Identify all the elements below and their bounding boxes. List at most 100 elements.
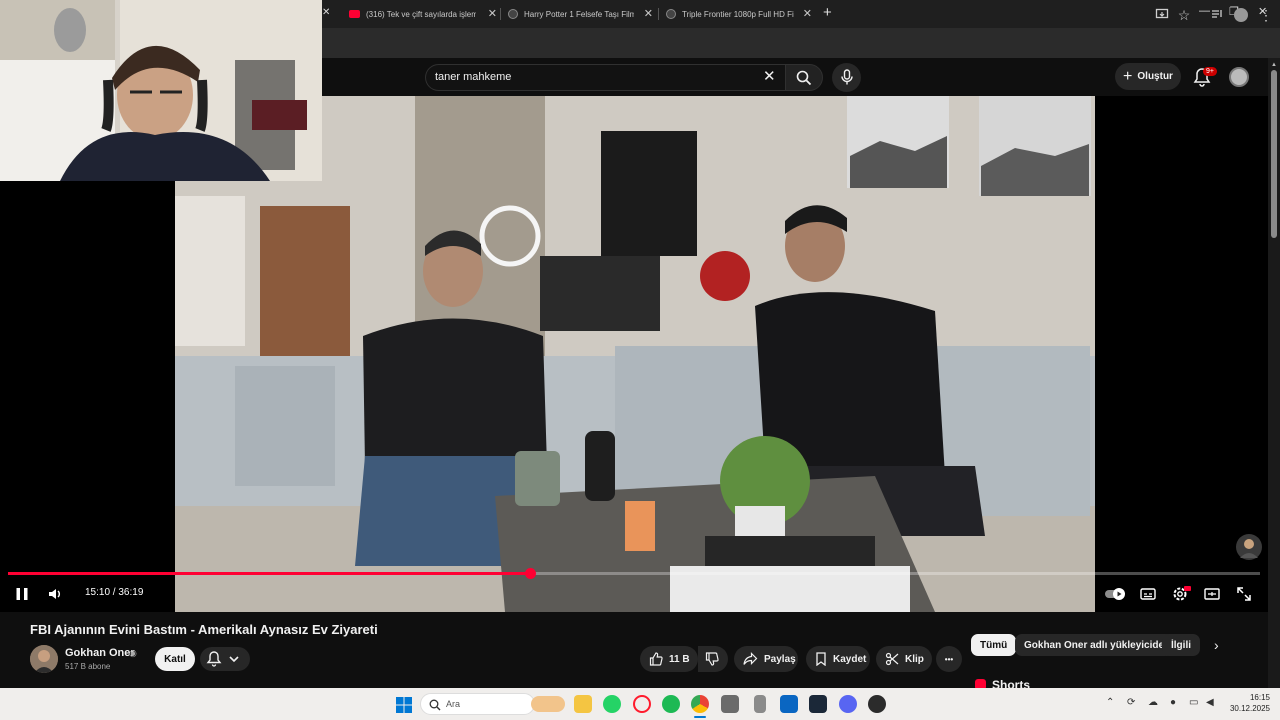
- scroll-up-arrow-icon[interactable]: ▲: [1271, 62, 1277, 68]
- pause-button[interactable]: [13, 585, 31, 603]
- webcam-image: [0, 0, 322, 181]
- file-explorer-icon[interactable]: [574, 695, 592, 713]
- miniplayer-button[interactable]: [1203, 585, 1221, 603]
- tab-close-icon[interactable]: ✕: [322, 7, 330, 18]
- sync-icon[interactable]: ⟳: [1127, 697, 1135, 708]
- subtitles-button[interactable]: [1139, 585, 1157, 603]
- like-button[interactable]: 11 B: [640, 646, 698, 672]
- chip-all[interactable]: Tümü: [971, 634, 1017, 656]
- steam-icon[interactable]: [809, 695, 827, 713]
- volume-button[interactable]: [46, 585, 64, 603]
- camera-app-icon[interactable]: [721, 695, 739, 713]
- whatsapp-icon[interactable]: [603, 695, 621, 713]
- bookmark-star-icon[interactable]: ☆: [1176, 7, 1192, 23]
- youtube-icon: [349, 10, 360, 18]
- taskbar-search[interactable]: Ara: [420, 693, 565, 715]
- usb-device-icon[interactable]: [754, 695, 766, 713]
- tab-divider: [500, 8, 501, 20]
- speaker-icon[interactable]: ◀: [1206, 697, 1214, 708]
- join-button[interactable]: Katıl: [155, 647, 195, 671]
- channel-name[interactable]: Gokhan Oner: [65, 647, 135, 659]
- create-button[interactable]: + Oluştur: [1115, 63, 1181, 90]
- scrollbar-thumb[interactable]: [1271, 70, 1277, 238]
- search-input[interactable]: [435, 71, 755, 83]
- clock-time: 16:15: [1249, 693, 1270, 702]
- active-app-indicator: [694, 716, 706, 718]
- microphone-icon: [841, 69, 853, 85]
- windows-start-icon[interactable]: [396, 697, 412, 713]
- captions-icon: [1140, 588, 1156, 600]
- show-hidden-icons-icon[interactable]: ⌃: [1106, 697, 1114, 708]
- opera-icon[interactable]: [633, 695, 651, 713]
- taskbar-clock[interactable]: 16:15 30.12.2025: [1225, 692, 1270, 714]
- voice-search-button[interactable]: [832, 63, 861, 92]
- channel-avatar[interactable]: [30, 645, 58, 673]
- search-icon: [429, 699, 441, 711]
- share-icon: [743, 652, 758, 665]
- tab-close-icon[interactable]: ✕: [488, 7, 497, 20]
- chrome-icon[interactable]: [691, 695, 709, 713]
- search-field[interactable]: [425, 64, 785, 91]
- search-button[interactable]: [785, 64, 823, 91]
- save-button[interactable]: Kaydet: [806, 646, 870, 672]
- subscriber-count: 517 B abone: [65, 662, 111, 671]
- autoplay-toggle[interactable]: [1104, 585, 1128, 603]
- tab-close-icon[interactable]: ✕: [803, 7, 812, 20]
- menu-kebab-icon[interactable]: ⋮: [1258, 7, 1274, 23]
- chip-related[interactable]: İlgili: [1162, 634, 1200, 656]
- progress-played: [8, 572, 531, 575]
- time-display: 15:10 / 36:19: [85, 587, 144, 598]
- plus-icon: +: [1123, 67, 1133, 85]
- save-label: Kaydet: [833, 653, 867, 665]
- account-avatar[interactable]: [1229, 67, 1249, 87]
- thumbs-up-icon: [649, 652, 663, 666]
- app-icon[interactable]: [780, 695, 798, 713]
- thumbs-down-icon: [705, 652, 719, 666]
- tab-harry-potter[interactable]: Harry Potter 1 Felsefe Taşı Film ✕: [508, 3, 653, 25]
- progress-scrubber[interactable]: [525, 568, 537, 579]
- clip-button[interactable]: Klip: [876, 646, 932, 672]
- more-actions-button[interactable]: •••: [936, 646, 962, 672]
- create-label: Oluştur: [1137, 71, 1173, 82]
- spotify-icon[interactable]: [662, 695, 680, 713]
- settings-button[interactable]: [1171, 585, 1191, 603]
- share-button[interactable]: Paylaş: [734, 646, 798, 672]
- video-title: FBI Ajanının Evini Bastım - Amerikalı Ay…: [30, 622, 378, 637]
- fullscreen-button[interactable]: [1235, 585, 1253, 603]
- clear-search-icon[interactable]: ✕: [763, 69, 776, 84]
- tab-close-icon[interactable]: ✕: [644, 7, 653, 20]
- microphone-icon[interactable]: ●: [1170, 697, 1176, 708]
- display-icon[interactable]: ▭: [1189, 697, 1198, 708]
- clock-date: 30.12.2025: [1229, 704, 1270, 713]
- miniplayer-icon: [1204, 588, 1220, 600]
- app-icon[interactable]: [868, 695, 886, 713]
- new-tab-button[interactable]: +: [823, 5, 832, 20]
- channel-watermark[interactable]: [1236, 534, 1262, 560]
- dislike-button[interactable]: [698, 646, 728, 672]
- media-controls-icon[interactable]: [1209, 7, 1225, 23]
- tab-youtube[interactable]: (316) Tek ve çift sayılarda işlem ✕: [349, 3, 497, 25]
- install-app-icon[interactable]: [1154, 7, 1170, 23]
- tab-divider: [658, 8, 659, 20]
- search-highlight-icon: [531, 696, 565, 712]
- verified-badge-icon: ◉: [129, 648, 137, 658]
- bookmark-icon: [816, 652, 826, 666]
- share-label: Paylaş: [764, 653, 796, 665]
- profile-avatar-icon[interactable]: [1233, 7, 1249, 23]
- tab-label: Harry Potter 1 Felsefe Taşı Film: [524, 9, 634, 19]
- scissors-icon: [885, 652, 899, 666]
- chips-next-arrow-icon[interactable]: ›: [1214, 637, 1219, 653]
- taskbar-search-label: Ara: [446, 699, 461, 709]
- discord-icon[interactable]: [839, 695, 857, 713]
- subscription-bell-button[interactable]: [200, 647, 250, 671]
- tab-triple-frontier[interactable]: Triple Frontier 1080p Full HD Fi ✕: [666, 3, 812, 25]
- notification-count-badge: 9+: [1203, 67, 1217, 76]
- search-icon: [796, 70, 812, 86]
- pause-icon: [16, 588, 28, 600]
- cloud-off-icon[interactable]: ☁: [1148, 697, 1158, 708]
- site-icon: [508, 9, 518, 19]
- chip-from-uploader[interactable]: Gokhan Oner adlı yükleyiciden: [1015, 634, 1180, 656]
- fullscreen-icon: [1237, 587, 1251, 601]
- clip-label: Klip: [905, 653, 924, 665]
- webcam-overlay: [0, 0, 322, 181]
